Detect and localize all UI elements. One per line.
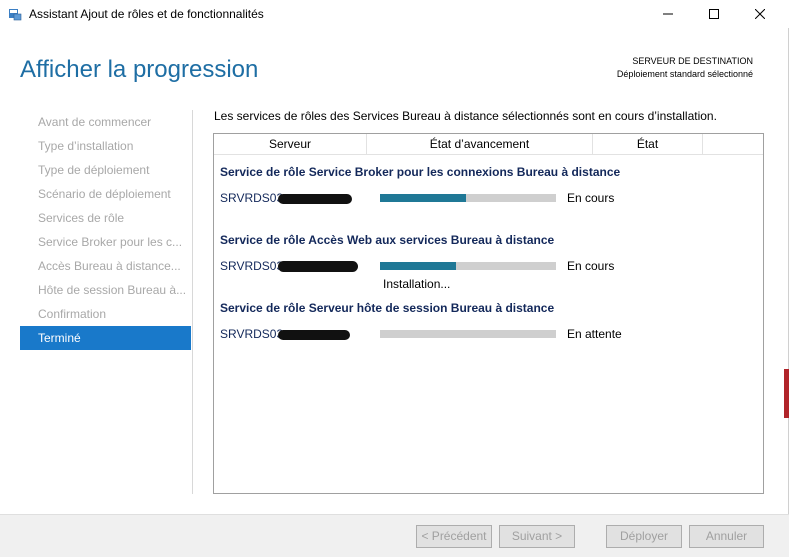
wizard-footer: < Précédent Suivant > Déployer Annuler [0,514,789,557]
destination-server-label: SERVEUR DE DESTINATION [632,56,753,66]
progress-bar [380,194,556,202]
nav-item-type-installation[interactable]: Type d’installation [20,134,191,158]
group-title: Service de rôle Serveur hôte de session … [220,301,555,315]
group-title: Service de rôle Service Broker pour les … [220,165,621,179]
title-bar[interactable]: Assistant Ajout de rôles et de fonctionn… [0,0,789,28]
server-name: SRVRDS03. [220,259,287,273]
deploy-button[interactable]: Déployer [606,525,682,548]
minimize-button[interactable] [645,0,691,28]
redacted-domain [278,194,352,204]
column-header-etat[interactable]: État [593,134,703,155]
background-window-edge [784,369,789,418]
server-name: SRVRDS03. [220,191,287,205]
nav-item-termine[interactable]: Terminé [20,326,191,350]
nav-item-service-broker[interactable]: Service Broker pour les c... [20,230,191,254]
group-title: Service de rôle Accès Web aux services B… [220,233,555,247]
nav-item-scenario-deploiement[interactable]: Scénario de déploiement [20,182,191,206]
nav-divider [192,110,193,494]
window-title: Assistant Ajout de rôles et de fonctionn… [29,7,264,21]
maximize-button[interactable] [691,0,737,28]
close-button[interactable] [737,0,783,28]
previous-button[interactable]: < Précédent [416,525,492,548]
progress-bar [380,330,556,338]
results-header: Serveur État d’avancement État [214,134,763,155]
next-button[interactable]: Suivant > [499,525,575,548]
server-name: SRVRDS03. [220,327,287,341]
cancel-button[interactable]: Annuler [689,525,764,548]
server-manager-icon [8,7,22,21]
progress-fill [380,262,456,270]
status-text: En cours [567,191,615,205]
column-header-avancement[interactable]: État d’avancement [367,134,593,155]
column-header-serveur[interactable]: Serveur [214,134,367,155]
progress-bar [380,262,556,270]
nav-item-avant-de-commencer[interactable]: Avant de commencer [20,110,191,134]
progress-fill [380,194,467,202]
maximize-icon [709,9,719,19]
nav-item-hote-session[interactable]: Hôte de session Bureau à... [20,278,191,302]
destination-server-value: Déploiement standard sélectionné [616,69,753,79]
redacted-domain [278,261,358,272]
minimize-icon [663,13,673,15]
nav-item-acces-bureau[interactable]: Accès Bureau à distance... [20,254,191,278]
redacted-domain [278,330,350,340]
wizard-window: Assistant Ajout de rôles et de fonctionn… [0,0,789,557]
substatus-text: Installation... [383,277,451,291]
status-text: En attente [567,327,622,341]
progress-results-panel[interactable]: Serveur État d’avancement État Service d… [213,133,764,494]
intro-text: Les services de rôles des Services Burea… [214,109,717,123]
nav-item-confirmation[interactable]: Confirmation [20,302,191,326]
nav-item-services-de-role[interactable]: Services de rôle [20,206,191,230]
nav-item-type-deploiement[interactable]: Type de déploiement [20,158,191,182]
status-text: En cours [567,259,615,273]
page-title: Afficher la progression [20,56,259,83]
close-icon [755,9,765,19]
wizard-steps-nav: Avant de commencer Type d’installation T… [20,110,191,350]
